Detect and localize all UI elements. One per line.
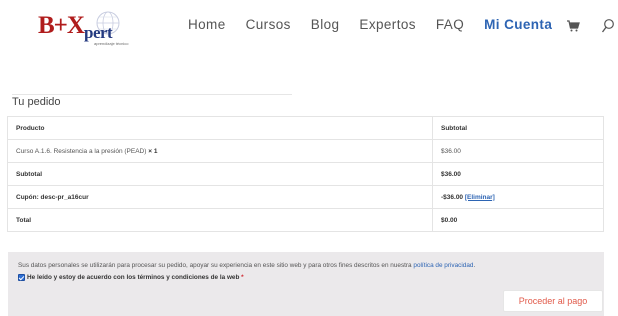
subtotal-value: $36.00 [432,162,604,186]
payment-section: Sus datos personales se utilizarán para … [8,252,604,316]
logo-pert-text: pert [84,23,113,42]
heading-divider [12,94,292,95]
terms-text: He leído y estoy de acuerdo con los térm… [27,274,240,281]
privacy-notice: Sus datos personales se utilizarán para … [18,262,475,269]
table-header-row: Producto Subtotal [7,116,604,140]
privacy-end: . [473,262,476,269]
subtotal-column-header: Subtotal [432,116,604,140]
product-column-header: Producto [7,116,433,140]
search-icon[interactable] [601,18,615,34]
site-logo[interactable]: B+X pert aprendizaje técnico [38,10,134,50]
table-row: Curso A.1.6. Resistencia a la presión (P… [7,139,604,163]
logo-tagline: aprendizaje técnico [94,41,129,46]
place-order-button[interactable]: Proceder al pago [503,290,603,312]
nav-item-expertos[interactable]: Expertos [359,17,415,32]
coupon-cell: -$36.00 [Eliminar] [432,185,604,209]
subtotal-row: Subtotal $36.00 [7,162,604,186]
coupon-value: -$36.00 [441,193,464,201]
nav-item-mi-cuenta[interactable]: Mi Cuenta [484,17,552,32]
product-cell: Curso A.1.6. Resistencia a la presión (P… [7,139,433,163]
total-value: $0.00 [432,208,604,232]
total-row: Total $0.00 [7,208,604,232]
privacy-policy-link[interactable]: política de privacidad [413,262,473,269]
nav-item-cursos[interactable]: Cursos [246,17,291,32]
site-header: B+X pert aprendizaje técnico Home Cursos… [0,0,618,58]
coupon-label: Cupón: desc-pr_a16cur [7,185,433,209]
product-price: $36.00 [432,139,604,163]
product-quantity: × 1 [148,147,158,155]
nav-item-blog[interactable]: Blog [311,17,340,32]
product-name: Curso A.1.6. Resistencia a la presión (P… [16,147,147,155]
remove-coupon-link[interactable]: [Eliminar] [465,194,495,201]
order-review-table: Producto Subtotal Curso A.1.6. Resistenc… [7,116,604,232]
terms-row: He leído y estoy de acuerdo con los térm… [18,274,244,281]
coupon-row: Cupón: desc-pr_a16cur -$36.00 [Eliminar] [7,185,604,209]
terms-checkbox[interactable] [18,274,25,281]
nav-item-faq[interactable]: FAQ [436,17,464,32]
terms-label[interactable]: He leído y estoy de acuerdo con los térm… [27,274,244,281]
cart-icon[interactable] [566,19,580,33]
logo-main-text: B+X [38,12,85,39]
main-nav: Home Cursos Blog Expertos FAQ Mi Cuenta [188,17,572,32]
subtotal-label: Subtotal [7,162,433,186]
total-label: Total [7,208,433,232]
privacy-text: Sus datos personales se utilizarán para … [18,262,412,269]
required-marker: * [241,274,244,281]
nav-item-home[interactable]: Home [188,17,226,32]
order-heading: Tu pedido [12,96,61,108]
